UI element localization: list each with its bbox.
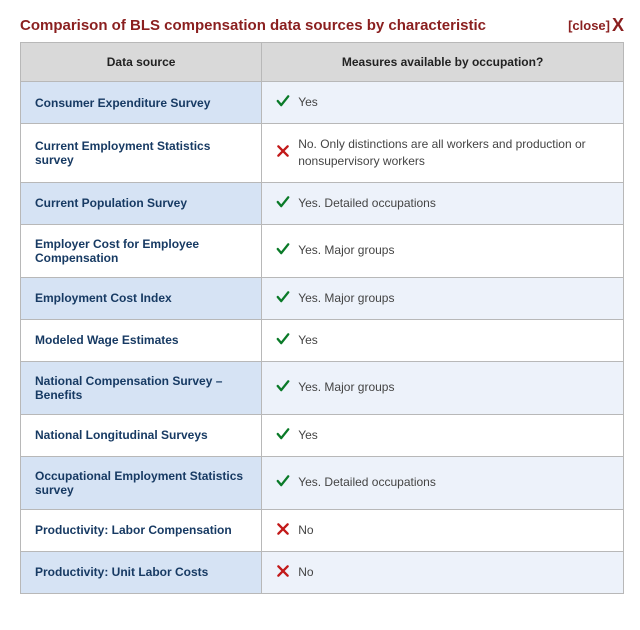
comparison-table: Data source Measures available by occupa… bbox=[20, 42, 624, 594]
table-row: Occupational Employment Statistics surve… bbox=[21, 456, 624, 509]
measure-text: No. Only distinctions are all workers an… bbox=[298, 136, 609, 170]
measure-cell: Yes. Detailed occupations bbox=[262, 456, 624, 509]
measure-text: Yes. Major groups bbox=[298, 379, 394, 396]
measure-text: Yes. Major groups bbox=[298, 290, 394, 307]
page-title: Comparison of BLS compensation data sour… bbox=[20, 17, 486, 34]
data-source-cell: National Longitudinal Surveys bbox=[21, 414, 262, 456]
measure-text: Yes bbox=[298, 332, 318, 349]
measure-text: Yes bbox=[298, 427, 318, 444]
measure-cell: Yes. Major groups bbox=[262, 361, 624, 414]
measure-cell: Yes bbox=[262, 82, 624, 124]
table-row: Employment Cost Index Yes. Major groups bbox=[21, 277, 624, 319]
measure-cell: No bbox=[262, 509, 624, 551]
check-icon bbox=[276, 242, 290, 259]
data-source-cell: Productivity: Labor Compensation bbox=[21, 509, 262, 551]
data-source-cell: Occupational Employment Statistics surve… bbox=[21, 456, 262, 509]
close-label: [close] bbox=[568, 18, 610, 33]
cross-icon bbox=[276, 522, 290, 539]
data-source-cell: Employer Cost for Employee Compensation bbox=[21, 224, 262, 277]
measure-cell: No bbox=[262, 551, 624, 593]
table-row: Productivity: Unit Labor Costs No bbox=[21, 551, 624, 593]
scroll-viewport[interactable]: { "title": "Comparison of BLS compensati… bbox=[0, 0, 640, 630]
close-button[interactable]: [close] X bbox=[568, 16, 624, 34]
measure-text: Yes. Detailed occupations bbox=[298, 195, 436, 212]
measure-cell: Yes. Major groups bbox=[262, 224, 624, 277]
check-icon bbox=[276, 195, 290, 212]
data-source-cell: Modeled Wage Estimates bbox=[21, 319, 262, 361]
data-source-cell: Consumer Expenditure Survey bbox=[21, 82, 262, 124]
data-source-cell: Employment Cost Index bbox=[21, 277, 262, 319]
measure-cell: Yes. Detailed occupations bbox=[262, 182, 624, 224]
data-source-cell: National Compensation Survey – Benefits bbox=[21, 361, 262, 414]
cross-icon bbox=[276, 144, 290, 161]
data-source-cell: Productivity: Unit Labor Costs bbox=[21, 551, 262, 593]
measure-text: Yes. Detailed occupations bbox=[298, 474, 436, 491]
check-icon bbox=[276, 94, 290, 111]
col-header-source: Data source bbox=[21, 43, 262, 82]
data-source-cell: Current Population Survey bbox=[21, 182, 262, 224]
table-row: Modeled Wage Estimates Yes bbox=[21, 319, 624, 361]
measure-cell: No. Only distinctions are all workers an… bbox=[262, 124, 624, 183]
table-row: Current Employment Statistics survey No. … bbox=[21, 124, 624, 183]
measure-text: No bbox=[298, 522, 313, 539]
col-header-measure: Measures available by occupation? bbox=[262, 43, 624, 82]
table-row: Consumer Expenditure Survey Yes bbox=[21, 82, 624, 124]
table-row: National Compensation Survey – Benefits Y… bbox=[21, 361, 624, 414]
data-source-cell: Current Employment Statistics survey bbox=[21, 124, 262, 183]
measure-text: Yes bbox=[298, 94, 318, 111]
measure-text: Yes. Major groups bbox=[298, 242, 394, 259]
measure-text: No bbox=[298, 564, 313, 581]
check-icon bbox=[276, 474, 290, 491]
table-row: Employer Cost for Employee Compensation Y… bbox=[21, 224, 624, 277]
measure-cell: Yes bbox=[262, 319, 624, 361]
cross-icon bbox=[276, 564, 290, 581]
check-icon bbox=[276, 379, 290, 396]
table-row: National Longitudinal Surveys Yes bbox=[21, 414, 624, 456]
check-icon bbox=[276, 427, 290, 444]
table-row: Productivity: Labor Compensation No bbox=[21, 509, 624, 551]
check-icon bbox=[276, 290, 290, 307]
measure-cell: Yes bbox=[262, 414, 624, 456]
close-icon: X bbox=[612, 16, 624, 34]
measure-cell: Yes. Major groups bbox=[262, 277, 624, 319]
check-icon bbox=[276, 332, 290, 349]
table-row: Current Population Survey Yes. Detailed o… bbox=[21, 182, 624, 224]
